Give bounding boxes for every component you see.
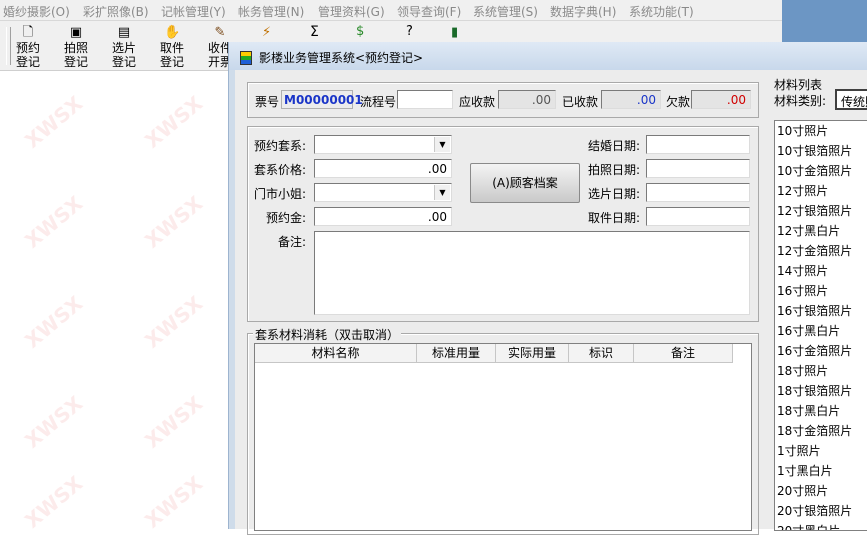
sigma-icon[interactable]: Σ <box>310 24 319 40</box>
received-label: 已收款 <box>562 95 599 109</box>
note-textarea[interactable] <box>314 231 750 315</box>
menu-bookkeeping[interactable]: 记帐管理(Y) <box>161 3 226 20</box>
chevron-down-icon[interactable]: ▼ <box>434 137 450 152</box>
brush-icon: ✎ <box>214 25 226 40</box>
photo-date-label: 拍照日期: <box>588 163 641 177</box>
chevron-down-icon[interactable]: ▼ <box>434 185 450 200</box>
lightning-icon[interactable]: ⚡ <box>262 25 271 40</box>
photo-select-icon: ▤ <box>117 25 131 40</box>
material-list-item[interactable]: 18寸照片 <box>775 361 867 381</box>
column-remarks[interactable]: 备注 <box>634 344 733 363</box>
material-list-item[interactable]: 20寸黑白片 <box>775 521 867 530</box>
consumption-grid[interactable]: 材料名称 标准用量 实际用量 标识 备注 <box>254 343 752 531</box>
menu-wedding-photo[interactable]: 婚纱摄影(O) <box>3 3 70 20</box>
booking-window: 影楼业务管理系统<预约登记> 票号 M00000001 流程号 应收款 .00 … <box>228 42 867 535</box>
deposit-label: 预约金: <box>266 211 307 225</box>
help-icon[interactable]: ? <box>406 24 413 39</box>
toolbar-photo-button[interactable]: ▣ 拍照 登记 <box>55 25 97 69</box>
price-label: 套系价格: <box>254 163 307 177</box>
customer-file-button[interactable]: (A)顾客档案 <box>470 163 580 203</box>
owed-amount-field: .00 <box>691 90 751 109</box>
menu-accounts[interactable]: 帐务管理(N) <box>238 3 304 20</box>
select-date-label: 选片日期: <box>588 187 641 201</box>
exit-door-icon[interactable]: ▮ <box>451 25 458 40</box>
ticket-number-field: M00000001 <box>281 90 363 109</box>
toolbar-pickup-button[interactable]: ✋ 取件 登记 <box>151 25 193 69</box>
money-bag-icon[interactable]: $ <box>356 24 364 39</box>
ticket-frame: 票号 M00000001 流程号 应收款 .00 已收款 .00 欠款 .00 <box>247 82 759 118</box>
material-list-item[interactable]: 14寸照片 <box>775 261 867 281</box>
desktop-background <box>782 0 867 42</box>
category-label: 材料类别: <box>774 94 827 108</box>
material-list-item[interactable]: 10寸金箔照片 <box>775 161 867 181</box>
material-list-item[interactable]: 12寸照片 <box>775 181 867 201</box>
materials-title: 材料列表 <box>774 78 823 92</box>
price-input[interactable]: .00 <box>314 159 452 178</box>
consumption-title: 套系材料消耗（双击取消） <box>253 326 402 343</box>
pickup-date-label: 取件日期: <box>588 211 641 225</box>
column-actual-qty[interactable]: 实际用量 <box>496 344 569 363</box>
due-amount-field: .00 <box>498 90 556 109</box>
owed-label: 欠款 <box>666 95 691 109</box>
menu-system-functions[interactable]: 系统功能(T) <box>629 3 694 20</box>
column-flag[interactable]: 标识 <box>569 344 634 363</box>
menu-dictionary[interactable]: 数据字典(H) <box>550 3 616 20</box>
material-list-item[interactable]: 10寸银箔照片 <box>775 141 867 161</box>
material-list-item[interactable]: 10寸照片 <box>775 121 867 141</box>
material-list-item[interactable]: 12寸金箔照片 <box>775 241 867 261</box>
clerk-label: 门市小姐: <box>254 187 307 201</box>
material-list-item[interactable]: 16寸银箔照片 <box>775 301 867 321</box>
material-list-item[interactable]: 18寸黑白片 <box>775 401 867 421</box>
app-icon <box>240 51 252 65</box>
clerk-select[interactable]: ▼ <box>314 183 452 202</box>
materials-list[interactable]: 10寸照片 10寸银箔照片 10寸金箔照片 12寸照片 12寸银箔照片 12寸黑白片 12寸… <box>774 120 867 531</box>
column-material-name[interactable]: 材料名称 <box>255 344 417 363</box>
hand-icon: ✋ <box>164 25 181 40</box>
material-list-item[interactable]: 18寸银箔照片 <box>775 381 867 401</box>
column-standard-qty[interactable]: 标准用量 <box>417 344 496 363</box>
window-title: 影楼业务管理系统<预约登记> <box>259 51 424 65</box>
new-document-icon: 🗋 <box>22 25 34 40</box>
main-menubar: 婚纱摄影(O) 彩扩照像(B) 记帐管理(Y) 帐务管理(N) 管理资料(G) … <box>0 0 782 21</box>
due-label: 应收款 <box>459 95 496 109</box>
material-list-item[interactable]: 12寸黑白片 <box>775 221 867 241</box>
material-list-item[interactable]: 20寸银箔照片 <box>775 501 867 521</box>
menu-color-print[interactable]: 彩扩照像(B) <box>83 3 149 20</box>
package-label: 预约套系: <box>254 139 307 153</box>
ticket-label: 票号 <box>255 95 280 109</box>
material-list-item[interactable]: 20寸照片 <box>775 481 867 501</box>
toolbar-select-button[interactable]: ▤ 选片 登记 <box>103 25 145 69</box>
material-list-item[interactable]: 16寸黑白片 <box>775 321 867 341</box>
wedding-date-input[interactable] <box>646 135 750 154</box>
wedding-date-label: 结婚日期: <box>588 139 641 153</box>
photo-date-input[interactable] <box>646 159 750 178</box>
deposit-input[interactable]: .00 <box>314 207 452 226</box>
material-list-item[interactable]: 12寸银箔照片 <box>775 201 867 221</box>
toolbar-booking-button[interactable]: 🗋 预约 登记 <box>7 25 49 69</box>
flow-number-input[interactable] <box>397 90 453 109</box>
material-list-item[interactable]: 18寸金箔照片 <box>775 421 867 441</box>
flow-label: 流程号 <box>360 95 397 109</box>
note-label: 备注: <box>278 235 307 249</box>
camera-icon: ▣ <box>69 25 83 40</box>
pickup-date-input[interactable] <box>646 207 750 226</box>
category-select[interactable]: 传统照 <box>835 89 867 110</box>
received-amount-field: .00 <box>601 90 661 109</box>
select-date-input[interactable] <box>646 183 750 202</box>
material-list-item[interactable]: 16寸金箔照片 <box>775 341 867 361</box>
package-select[interactable]: ▼ <box>314 135 452 154</box>
material-list-item[interactable]: 16寸照片 <box>775 281 867 301</box>
menu-leader-query[interactable]: 领导查询(F) <box>397 3 461 20</box>
window-titlebar[interactable]: 影楼业务管理系统<预约登记> <box>229 42 867 70</box>
material-list-item[interactable]: 1寸黑白片 <box>775 461 867 481</box>
menu-system-admin[interactable]: 系统管理(S) <box>473 3 538 20</box>
booking-form-frame: 预约套系: ▼ 套系价格: .00 门市小姐: ▼ 预约金: .00 备注: (… <box>247 126 759 322</box>
material-list-item[interactable]: 1寸照片 <box>775 441 867 461</box>
menu-master-data[interactable]: 管理资料(G) <box>318 3 385 20</box>
